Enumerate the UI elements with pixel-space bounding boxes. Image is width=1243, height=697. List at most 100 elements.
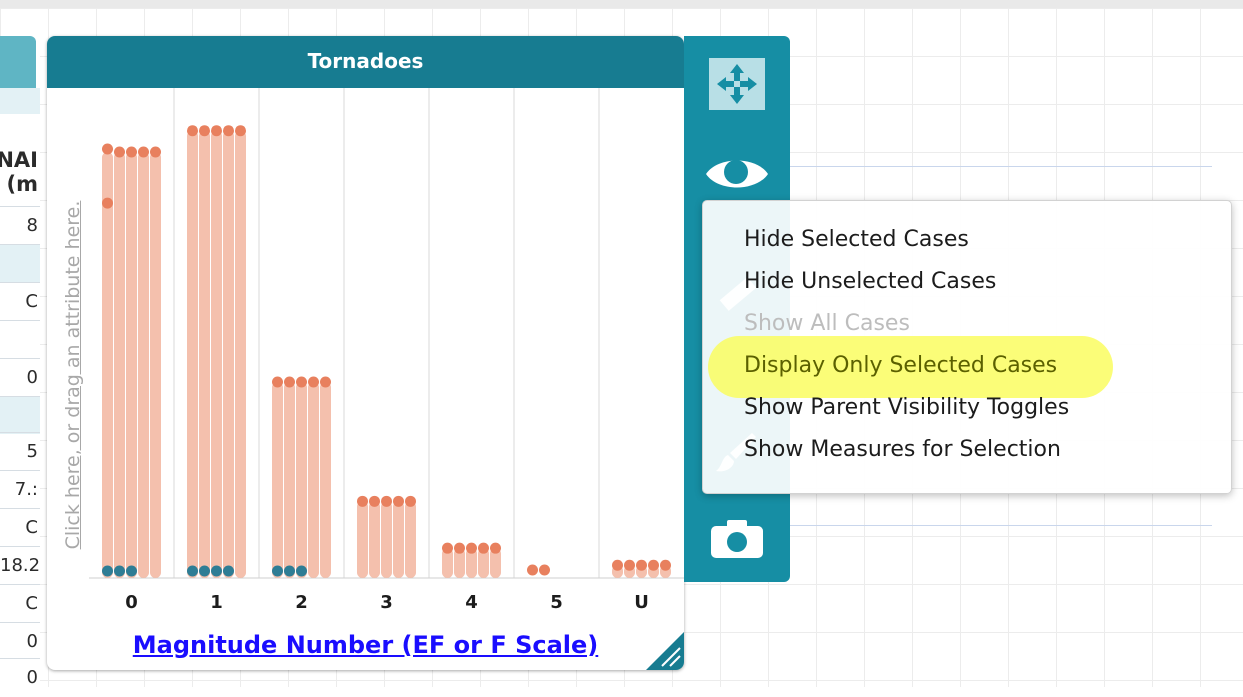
case-dot — [454, 542, 465, 554]
dot-stack-column — [381, 501, 392, 578]
dot-stack-column — [308, 382, 319, 578]
case-dot — [187, 125, 198, 137]
x-tick-label: U — [634, 592, 649, 613]
table-cell[interactable]: 0 — [0, 658, 40, 696]
case-dot — [296, 376, 307, 388]
case-dot — [490, 542, 501, 554]
y-axis-drop-prompt[interactable]: Click here, or drag an attribute here. — [61, 130, 85, 620]
case-dot — [150, 146, 161, 158]
case-dot — [442, 542, 453, 554]
selected-case-dot — [199, 565, 210, 577]
selected-case-dot — [296, 565, 307, 577]
table-cell[interactable] — [0, 244, 40, 282]
plot-area[interactable]: 0 1 2 3 4 5 U — [89, 88, 684, 626]
move-tool-button[interactable] — [684, 56, 790, 112]
dot-stack-column — [126, 152, 137, 578]
divider-line — [788, 166, 1212, 167]
case-dot — [102, 143, 113, 155]
case-dot — [466, 542, 477, 554]
selected-case-dot — [272, 565, 283, 577]
case-dot — [539, 564, 550, 576]
case-dot — [393, 495, 404, 507]
table-cell[interactable]: 0 — [0, 358, 40, 396]
case-table-subheader — [0, 88, 40, 114]
case-dot — [211, 125, 222, 137]
dot-stack-column — [114, 152, 125, 578]
case-dot — [612, 559, 623, 571]
dot-stack-column — [223, 130, 234, 578]
case-dot — [369, 495, 380, 507]
selected-case-dot — [126, 565, 137, 577]
selected-case-dot — [284, 565, 295, 577]
dot-stack-column — [187, 130, 198, 578]
hide-show-tool-button[interactable] — [684, 148, 790, 200]
dot-stack-column — [235, 130, 246, 578]
menu-item-show-parent-visibility-toggles[interactable]: Show Parent Visibility Toggles — [744, 388, 1069, 428]
table-cell[interactable]: C — [0, 508, 40, 546]
graph-title[interactable]: Tornadoes — [47, 36, 684, 88]
menu-item-hide-unselected-cases[interactable]: Hide Unselected Cases — [744, 262, 996, 302]
case-dot — [114, 146, 125, 158]
menu-item-show-measures-for-selection[interactable]: Show Measures for Selection — [744, 430, 1061, 470]
dot-stack-column — [211, 130, 222, 578]
dot-stack-column — [138, 152, 149, 578]
table-cell[interactable]: C — [0, 282, 40, 320]
table-cell[interactable]: 7.: — [0, 470, 40, 508]
selected-case-dot — [114, 565, 125, 577]
selected-case-dot — [102, 565, 113, 577]
case-dot — [320, 376, 331, 388]
table-cell[interactable] — [0, 396, 40, 434]
top-strip — [0, 0, 1243, 8]
case-dot — [308, 376, 319, 388]
case-dot — [636, 559, 647, 571]
table-column-header[interactable]: NAI (m — [0, 114, 40, 200]
resize-handle-icon[interactable] — [646, 632, 684, 670]
eye-icon — [706, 160, 768, 188]
x-tick-label: 5 — [550, 592, 563, 613]
dot-stack-column — [296, 382, 307, 578]
dot-stack-column — [150, 152, 161, 578]
graph-component[interactable]: Tornadoes Click here, or drag an attribu… — [47, 36, 684, 670]
dot-stack-column — [284, 382, 295, 578]
case-dot — [660, 559, 671, 571]
case-table-header[interactable] — [0, 36, 36, 88]
column-header-line: (m — [6, 172, 38, 196]
case-dot — [624, 559, 635, 571]
x-axis-label[interactable]: Magnitude Number (EF or F Scale) — [47, 630, 684, 660]
x-tick-label: 4 — [465, 592, 478, 613]
menu-item-display-only-selected-cases[interactable]: Display Only Selected Cases — [744, 346, 1057, 386]
dot-stack-column — [199, 130, 210, 578]
table-cell[interactable] — [0, 320, 40, 358]
divider-line — [788, 525, 1212, 526]
case-dot — [138, 146, 149, 158]
table-cell[interactable]: 8 — [0, 206, 40, 244]
menu-item-hide-selected-cases[interactable]: Hide Selected Cases — [744, 220, 969, 260]
case-dot — [527, 564, 538, 576]
case-dot — [405, 495, 416, 507]
table-cell[interactable]: 5 — [0, 432, 40, 470]
dot-stack-column — [405, 501, 416, 578]
case-dot — [126, 146, 137, 158]
case-dot — [102, 197, 113, 209]
x-tick-label: 1 — [210, 592, 223, 613]
case-dot — [199, 125, 210, 137]
table-cell[interactable]: 0 — [0, 622, 40, 660]
dot-stack-column — [272, 382, 283, 578]
case-dot — [357, 495, 368, 507]
case-dot — [235, 125, 246, 137]
dot-stack-column — [369, 501, 380, 578]
dot-stack-column — [393, 501, 404, 578]
case-dot — [223, 125, 234, 137]
camera-icon — [711, 520, 763, 558]
selected-case-dot — [187, 565, 198, 577]
case-dot — [272, 376, 283, 388]
menu-item-show-all-cases[interactable]: Show All Cases — [744, 304, 910, 344]
selected-case-dot — [223, 565, 234, 577]
camera-tool-button[interactable] — [684, 512, 790, 564]
x-tick-label: 3 — [380, 592, 393, 613]
table-cell[interactable]: 18.2 — [0, 546, 40, 584]
case-dot — [284, 376, 295, 388]
case-dot — [478, 542, 489, 554]
table-cell[interactable]: C — [0, 584, 40, 622]
case-dot — [648, 559, 659, 571]
